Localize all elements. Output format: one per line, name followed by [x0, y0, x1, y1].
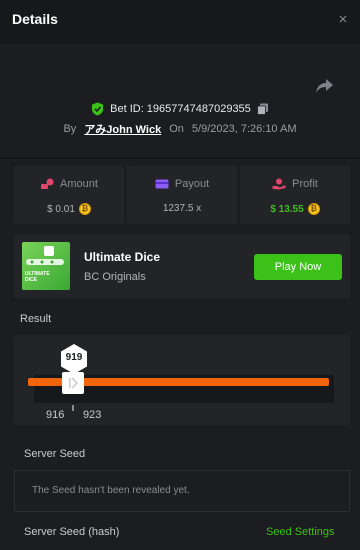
- bet-id-value: 19657747487029355: [146, 103, 251, 115]
- seed-settings-link[interactable]: Seed Settings: [266, 526, 335, 538]
- server-seed-hash-label: Server Seed (hash): [24, 526, 120, 538]
- stat-payout-label: Payout: [174, 178, 210, 190]
- stat-profit: Profit $ 13.55 ₿: [240, 166, 350, 224]
- stat-amount-label: Amount: [60, 178, 98, 190]
- dice-logo-icon: [26, 246, 64, 265]
- game-name: Ultimate Dice: [84, 250, 161, 264]
- stat-profit-value: $ 13.55: [270, 203, 304, 215]
- range-tick: [72, 405, 74, 411]
- coin-icon: ₿: [307, 203, 320, 215]
- copy-icon[interactable]: [256, 103, 269, 115]
- bet-id: Bet ID: 19657747487029355: [110, 103, 251, 115]
- on-label: On: [169, 123, 184, 135]
- grip-icon: [69, 377, 79, 389]
- server-seed-label: Server Seed: [24, 448, 86, 460]
- play-now-button[interactable]: Play Now: [254, 254, 342, 280]
- game-card: ULTIMATE DICE Ultimate Dice BC Originals…: [14, 234, 350, 298]
- modal-title: Details: [12, 11, 58, 27]
- shield-check-icon: [92, 102, 104, 116]
- username-link[interactable]: アみJohn Wick: [84, 121, 161, 137]
- bet-id-label: Bet ID:: [110, 103, 144, 115]
- range-high: 923: [83, 409, 102, 421]
- server-seed-box: The Seed hasn't been revealed yet.: [14, 470, 350, 512]
- result-panel: 919 916 923: [14, 335, 350, 425]
- stat-profit-label: Profit: [292, 178, 318, 190]
- result-value: 919: [65, 352, 83, 363]
- bet-datetime: 5/9/2023, 7:26:10 AM: [191, 123, 297, 135]
- divider: [0, 158, 360, 159]
- bet-id-row: Bet ID: 19657747487029355: [0, 101, 360, 117]
- game-provider: BC Originals: [84, 271, 146, 283]
- result-label: Result: [20, 313, 52, 325]
- profit-hand-icon: [272, 178, 286, 190]
- coin-icon: ₿: [78, 203, 91, 215]
- game-thumbnail[interactable]: ULTIMATE DICE: [22, 242, 70, 290]
- wallet-icon: [155, 179, 169, 189]
- bet-meta-row: By アみJohn Wick On 5/9/2023, 7:26:10 AM: [0, 122, 360, 136]
- slider-handle[interactable]: [62, 372, 84, 394]
- close-icon[interactable]: ×: [334, 11, 352, 29]
- stat-amount: Amount $ 0.01 ₿: [14, 166, 124, 224]
- stat-amount-value: $ 0.01: [47, 203, 75, 215]
- range-low: 916: [46, 409, 65, 421]
- money-icon: [41, 178, 54, 189]
- game-thumb-text: ULTIMATE DICE: [25, 271, 50, 283]
- by-label: By: [63, 123, 77, 135]
- share-icon[interactable]: [314, 77, 334, 95]
- stat-payout-value: 1237.5 x: [162, 203, 202, 214]
- stat-payout: Payout 1237.5 x: [127, 166, 237, 224]
- result-marker-label: 919: [59, 344, 89, 374]
- modal-header: Details ×: [0, 0, 360, 44]
